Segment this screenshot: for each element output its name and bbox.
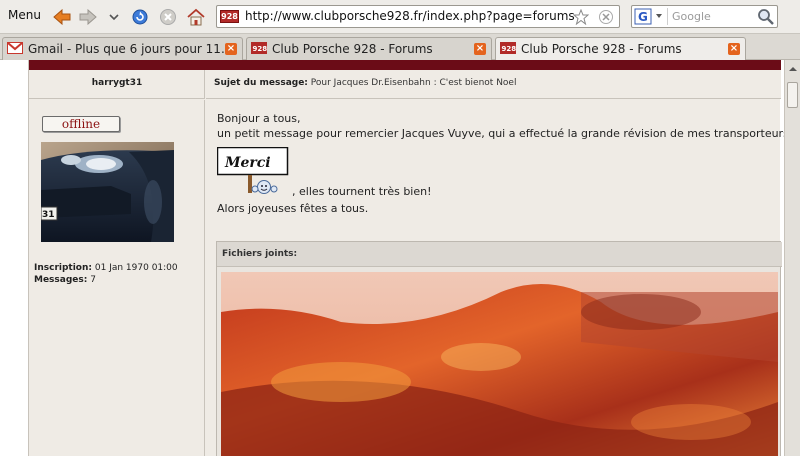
status-badge: offline bbox=[42, 116, 120, 132]
search-engine-selector[interactable]: G bbox=[634, 8, 668, 25]
attachments-header: Fichiers joints: bbox=[217, 242, 782, 267]
tab-gmail[interactable]: Gmail - Plus que 6 jours pour 11... × bbox=[2, 37, 243, 60]
search-input[interactable]: Google bbox=[672, 10, 711, 23]
tab-label: Gmail - Plus que 6 jours pour 11... bbox=[28, 42, 233, 56]
tab-label: Club Porsche 928 - Forums bbox=[521, 42, 682, 56]
home-button[interactable] bbox=[186, 7, 206, 27]
merci-smiley-icon: Merci bbox=[217, 147, 289, 194]
scroll-up-arrow-icon[interactable] bbox=[787, 63, 799, 75]
inscription-label: Inscription: bbox=[34, 263, 92, 273]
forum-post: harrygt31 Sujet du message: Pour Jacques… bbox=[28, 60, 789, 456]
message-line: un petit message pour remercier Jacques … bbox=[217, 127, 789, 140]
reload-button[interactable] bbox=[130, 7, 150, 27]
messages-value: 7 bbox=[90, 275, 96, 285]
author-column: offline 31 Inscription: 01 Jan 1970 01:0… bbox=[29, 100, 205, 456]
scrollbar-thumb[interactable] bbox=[787, 82, 798, 108]
back-button[interactable] bbox=[52, 7, 72, 27]
post-header-bar bbox=[29, 60, 781, 70]
messages-row: Messages: 7 bbox=[34, 274, 178, 286]
tab-club-porsche-1[interactable]: 928 Club Porsche 928 - Forums × bbox=[246, 37, 492, 60]
stop-icon bbox=[160, 9, 176, 25]
author-header: harrygt31 bbox=[29, 70, 205, 99]
forward-arrow-icon bbox=[79, 9, 97, 25]
avatar: 31 bbox=[41, 142, 174, 242]
reload-icon bbox=[132, 9, 148, 25]
svg-text:928: 928 bbox=[502, 45, 517, 53]
page-content: harrygt31 Sujet du message: Pour Jacques… bbox=[0, 60, 800, 456]
subject-value: Pour Jacques Dr.Eisenbahn : C'est bienot… bbox=[310, 78, 517, 88]
message-line: Bonjour a tous, bbox=[217, 112, 301, 125]
browser-toolbar: Menu 928 http://www.clubporsche928.fr/in… bbox=[0, 0, 800, 34]
stop-button[interactable] bbox=[158, 7, 178, 27]
tab-bar: Gmail - Plus que 6 jours pour 11... × 92… bbox=[0, 34, 800, 61]
menu-button[interactable]: Menu bbox=[8, 8, 41, 22]
svg-text:31: 31 bbox=[42, 210, 55, 220]
bookmark-star-icon[interactable] bbox=[573, 9, 589, 25]
message-body: Bonjour a tous, un petit message pour re… bbox=[217, 111, 789, 141]
close-tab-icon[interactable]: × bbox=[474, 43, 486, 55]
gmail-icon bbox=[7, 42, 23, 54]
message-line: , elles tournent très bien! bbox=[292, 185, 432, 198]
history-dropdown-button[interactable] bbox=[104, 7, 124, 27]
url-bar[interactable]: 928 http://www.clubporsche928.fr/index.p… bbox=[216, 5, 620, 28]
tab-label: Club Porsche 928 - Forums bbox=[272, 42, 433, 56]
message-line: Alors joyeuses fêtes a tous. bbox=[217, 202, 369, 215]
merci-text: Merci bbox=[224, 155, 271, 171]
clear-url-icon[interactable] bbox=[598, 9, 614, 25]
search-icon[interactable] bbox=[757, 8, 775, 26]
vertical-scrollbar[interactable] bbox=[784, 60, 800, 456]
subject-label: Sujet du message: bbox=[214, 78, 308, 88]
search-bar[interactable]: G Google bbox=[631, 5, 778, 28]
inscription-row: Inscription: 01 Jan 1970 01:00 bbox=[34, 262, 178, 274]
back-arrow-icon bbox=[53, 9, 71, 25]
url-text[interactable]: http://www.clubporsche928.fr/index.php?p… bbox=[245, 9, 575, 23]
site-favicon-icon: 928 bbox=[220, 10, 239, 23]
porsche-928-icon: 928 bbox=[500, 42, 516, 54]
author-name[interactable]: harrygt31 bbox=[29, 78, 205, 88]
tab-club-porsche-2[interactable]: 928 Club Porsche 928 - Forums × bbox=[495, 37, 746, 61]
svg-text:G: G bbox=[638, 10, 648, 24]
attachments-label: Fichiers joints: bbox=[222, 249, 298, 259]
messages-label: Messages: bbox=[34, 275, 88, 285]
message-column: Bonjour a tous, un petit message pour re… bbox=[206, 100, 789, 456]
inscription-value: 01 Jan 1970 01:00 bbox=[94, 263, 178, 273]
close-tab-icon[interactable]: × bbox=[225, 43, 237, 55]
chevron-down-icon bbox=[109, 14, 119, 21]
porsche-928-icon: 928 bbox=[251, 42, 267, 54]
author-meta: Inscription: 01 Jan 1970 01:00 Messages:… bbox=[34, 262, 178, 286]
subject-header: Sujet du message: Pour Jacques Dr.Eisenb… bbox=[206, 70, 781, 99]
home-icon bbox=[187, 8, 205, 26]
forward-button[interactable] bbox=[78, 7, 98, 27]
subject-line: Sujet du message: Pour Jacques Dr.Eisenb… bbox=[214, 78, 516, 88]
close-tab-icon[interactable]: × bbox=[728, 43, 740, 55]
attachment-photo[interactable] bbox=[221, 272, 778, 456]
google-icon: G bbox=[634, 8, 662, 25]
svg-text:928: 928 bbox=[253, 45, 268, 53]
attachments-panel: Fichiers joints: bbox=[216, 241, 782, 456]
